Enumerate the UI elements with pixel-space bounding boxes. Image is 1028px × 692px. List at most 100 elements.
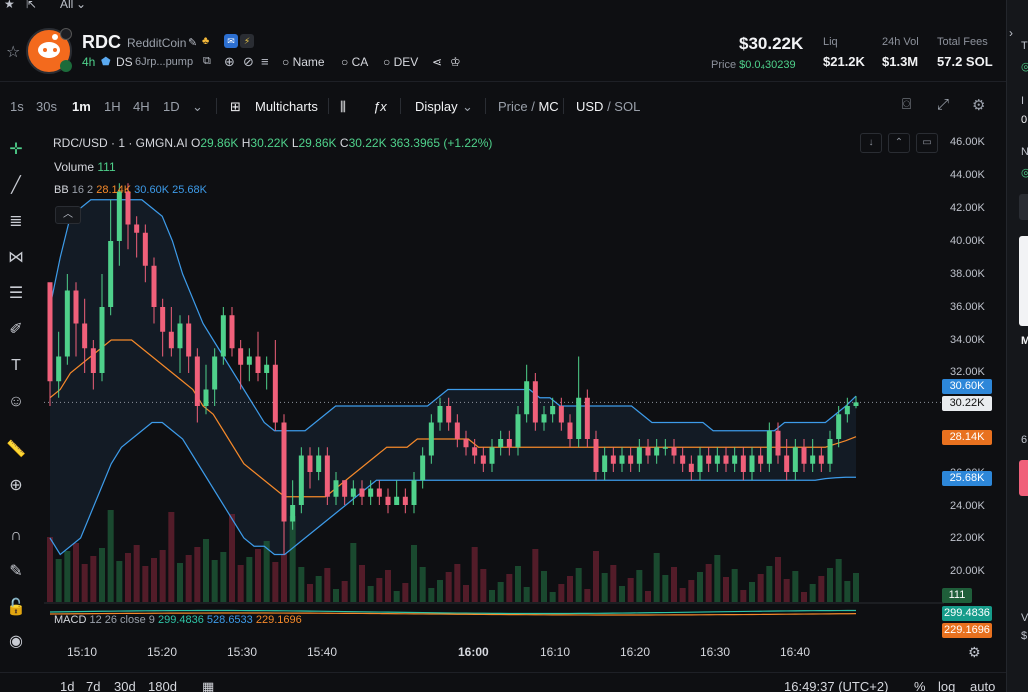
magnet-icon[interactable]: ∩ xyxy=(4,524,28,548)
panel-letter: N xyxy=(1021,146,1028,158)
globe-icon[interactable]: ⊕ xyxy=(224,54,235,70)
crown-icon[interactable]: ♔ xyxy=(450,55,461,69)
panel-card[interactable] xyxy=(1019,236,1028,326)
time-tick: 16:10 xyxy=(540,645,571,659)
volume-bar xyxy=(558,584,565,602)
pair-label: RDC/USD · 1 · GMGN.AI xyxy=(53,136,188,150)
percent-toggle[interactable]: % xyxy=(914,679,926,692)
candles-icon[interactable]: ⫼ xyxy=(340,99,346,115)
usd-sol-toggle[interactable]: USD / SOL xyxy=(576,99,640,114)
candle-body xyxy=(628,455,634,464)
copy-icon[interactable]: ⧉ xyxy=(203,55,211,68)
panel-letter: $ xyxy=(1021,630,1028,642)
token-address[interactable]: 6Jrp...pump xyxy=(135,56,193,68)
brush-icon[interactable]: ✐ xyxy=(4,318,28,342)
collapse-pane-icon[interactable]: ⌃ xyxy=(888,133,910,153)
interval-1s[interactable]: 1s xyxy=(10,99,24,114)
horizontal-lines-icon[interactable]: ≣ xyxy=(4,210,28,234)
lock-icon[interactable]: 🔓 xyxy=(4,596,28,620)
calendar-icon[interactable]: ▦ xyxy=(202,679,214,692)
camera-icon[interactable]: ⌼ xyxy=(902,96,911,113)
volume-bar xyxy=(255,549,261,602)
filter-all[interactable]: All xyxy=(60,0,73,11)
external-icon[interactable]: ⇱ xyxy=(26,0,36,11)
fullscreen-icon[interactable]: ⤢ xyxy=(937,96,949,113)
favorite-star-icon[interactable]: ☆ xyxy=(6,42,20,62)
emoji-icon[interactable]: ☺ xyxy=(4,390,28,414)
search-ca-link[interactable]: ○ CA xyxy=(341,55,368,69)
volume-bar xyxy=(133,545,140,602)
add-chart-icon[interactable]: ⊞ xyxy=(230,99,241,115)
move-down-icon[interactable]: ↓ xyxy=(860,133,882,153)
clock-label[interactable]: 16:49:37 (UTC+2) xyxy=(784,679,888,692)
range-180d[interactable]: 180d xyxy=(148,679,177,692)
range-1d[interactable]: 1d xyxy=(60,679,74,692)
volume-bar xyxy=(653,553,660,602)
settings-icon[interactable]: ⚙ xyxy=(972,96,985,114)
pattern-icon[interactable]: ⋈ xyxy=(4,246,28,270)
crosshair-icon[interactable]: ✛ xyxy=(4,138,28,162)
volume-bar xyxy=(601,573,608,602)
trend-line-icon[interactable]: ╱ xyxy=(4,174,28,198)
fib-icon[interactable]: ☰ xyxy=(4,282,28,306)
interval-1d[interactable]: 1D xyxy=(163,99,180,114)
price-tick: 20.00K xyxy=(950,565,985,577)
candle-body xyxy=(64,290,70,357)
volume-bar xyxy=(679,588,686,602)
ds-label: DS xyxy=(116,55,133,69)
candle-body xyxy=(645,447,651,456)
intervals-chevron-icon[interactable]: ⌄ xyxy=(192,99,203,115)
candle-body xyxy=(541,414,547,423)
volume-bar xyxy=(419,567,426,602)
interval-30s[interactable]: 30s xyxy=(36,99,57,114)
collapse-legend-button[interactable]: ︿ xyxy=(55,206,81,224)
lock-draw-icon[interactable]: ✎ xyxy=(4,560,28,584)
share-icon[interactable]: ⋖ xyxy=(432,55,442,69)
search-dev-link[interactable]: ○ DEV xyxy=(383,55,418,69)
volume-bar xyxy=(757,574,764,602)
price-mc-toggle[interactable]: Price / MC xyxy=(498,99,559,114)
time-tick: 16:30 xyxy=(700,645,731,659)
ruler-icon[interactable]: 📏 xyxy=(4,438,28,462)
interval-1h[interactable]: 1H xyxy=(104,99,121,114)
volume-bar xyxy=(125,553,131,602)
display-button[interactable]: Display xyxy=(415,99,458,114)
maximize-pane-icon[interactable]: ▭ xyxy=(916,133,938,153)
multicharts-button[interactable]: Multicharts xyxy=(255,99,318,114)
price-chart[interactable] xyxy=(44,132,1004,672)
twitter-icon[interactable]: ✉ xyxy=(224,34,238,48)
eye-icon[interactable]: ◉ xyxy=(4,630,28,654)
candle-body xyxy=(116,191,122,241)
candle-body xyxy=(558,406,564,423)
volume-bar xyxy=(783,579,790,602)
volume-bar xyxy=(523,587,530,602)
interval-4h[interactable]: 4H xyxy=(133,99,150,114)
interval-1m[interactable]: 1m xyxy=(72,99,91,114)
chart-canvas[interactable] xyxy=(44,132,944,642)
edit-icon[interactable]: ✎ xyxy=(188,36,197,49)
range-30d[interactable]: 30d xyxy=(114,679,136,692)
display-chevron-icon[interactable]: ⌄ xyxy=(462,99,473,115)
indicators-icon[interactable]: ƒx xyxy=(373,99,387,114)
panel-sell-button[interactable] xyxy=(1019,460,1028,496)
range-7d[interactable]: 7d xyxy=(86,679,100,692)
auto-toggle[interactable]: auto xyxy=(970,679,995,692)
candle-body xyxy=(394,496,400,505)
lightning-icon[interactable]: ⚡ xyxy=(240,34,254,48)
search-web-icon[interactable]: ⊘ xyxy=(243,54,254,70)
volume-bar xyxy=(55,559,62,602)
zoom-in-icon[interactable]: ⊕ xyxy=(4,474,28,498)
text-icon[interactable]: T xyxy=(4,354,28,378)
axis-settings-icon[interactable]: ⚙ xyxy=(968,644,981,661)
volume-bar xyxy=(731,569,738,602)
search-name-link[interactable]: ○ Name xyxy=(282,55,325,69)
log-toggle[interactable]: log xyxy=(938,679,955,692)
menu-circle-icon[interactable]: ≡ xyxy=(261,54,269,69)
candle-body xyxy=(532,381,538,423)
panel-button[interactable] xyxy=(1019,194,1028,220)
volume-bar xyxy=(471,547,478,602)
volume-bar xyxy=(220,552,227,602)
candle-body xyxy=(350,488,356,497)
panel-toggle-icon[interactable]: › xyxy=(1009,26,1013,40)
star-icon[interactable]: ★ xyxy=(4,0,15,11)
